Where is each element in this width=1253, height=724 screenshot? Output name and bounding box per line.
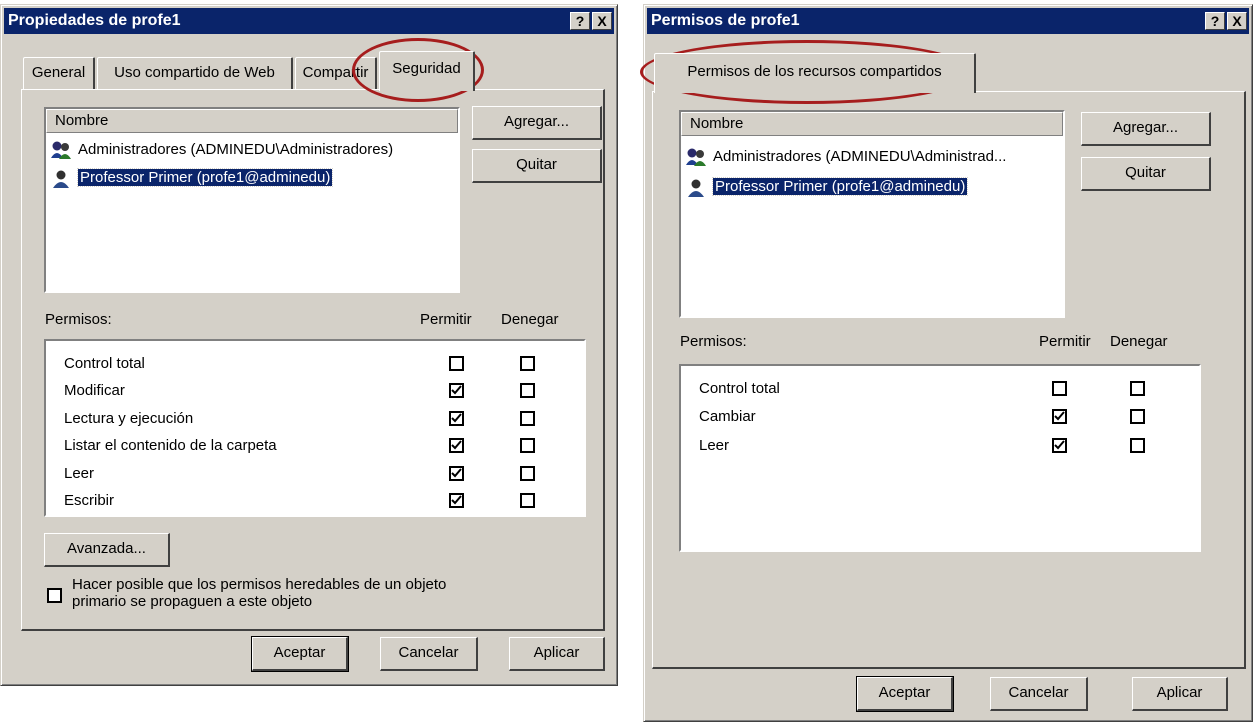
inherit-permissions-checkbox[interactable] [47, 588, 62, 603]
group-users-icon [51, 141, 71, 159]
left-properties-dialog: Propiedades de profe1 ? X General Uso co… [0, 4, 618, 686]
right-permissions-dialog: Permisos de profe1 ? X Permisos de los r… [643, 4, 1253, 722]
user-label: Administradores (ADMINEDU\Administrad... [713, 148, 1007, 165]
right-remove-button[interactable]: Quitar [1081, 157, 1211, 191]
checkmark-icon [451, 495, 462, 505]
right-window-title: Permisos de profe1 [651, 12, 800, 29]
checkmark-icon [451, 468, 462, 478]
allow-read-checkbox[interactable] [1052, 438, 1067, 453]
left-allow-header: Permitir [420, 311, 472, 328]
permission-label: Leer [699, 437, 730, 454]
left-remove-button[interactable]: Quitar [472, 149, 602, 183]
right-deny-header: Denegar [1110, 333, 1168, 350]
left-window-title: Propiedades de profe1 [8, 12, 181, 29]
left-help-button[interactable]: ? [570, 12, 590, 30]
allow-write-checkbox[interactable] [449, 493, 464, 508]
permission-label: Control total [699, 380, 780, 397]
deny-change-checkbox[interactable] [1130, 409, 1145, 424]
right-title-bar: Permisos de profe1 ? X [647, 8, 1249, 34]
list-item[interactable]: Professor Primer (profe1@adminedu) [50, 167, 334, 191]
allow-change-checkbox[interactable] [1052, 409, 1067, 424]
left-user-list[interactable]: Nombre Administradores (ADMINEDU\Adminis… [44, 107, 460, 293]
permission-label: Control total [64, 355, 145, 372]
inherit-label-line2: primario se propaguen a este objeto [72, 593, 313, 610]
permission-label: Leer [64, 465, 95, 482]
inherit-permissions-label: Hacer posible que los permisos heredable… [72, 576, 446, 610]
list-item[interactable]: Administradores (ADMINEDU\Administrad... [685, 146, 1006, 168]
right-permissions-label: Permisos: [680, 333, 747, 350]
permission-label: Modificar [64, 382, 125, 399]
list-item[interactable]: Professor Primer (profe1@adminedu) [685, 176, 969, 200]
advanced-button[interactable]: Avanzada... [44, 533, 170, 567]
checkmark-icon [1054, 411, 1065, 421]
left-add-button[interactable]: Agregar... [472, 106, 602, 140]
permission-label: Escribir [64, 492, 115, 509]
deny-read-execute-checkbox[interactable] [520, 411, 535, 426]
right-apply-button[interactable]: Aplicar [1132, 677, 1228, 711]
user-icon [53, 170, 69, 188]
right-cancel-button[interactable]: Cancelar [990, 677, 1088, 711]
right-user-list[interactable]: Nombre Administradores (ADMINEDU\Adminis… [679, 110, 1065, 318]
left-apply-button[interactable]: Aplicar [509, 637, 605, 671]
allow-control-total-checkbox[interactable] [449, 356, 464, 371]
user-label: Administradores (ADMINEDU\Administradore… [78, 141, 394, 158]
right-allow-header: Permitir [1039, 333, 1091, 350]
left-permissions-list: Control total Modificar Lectura y ejecuc… [44, 339, 586, 517]
permission-label: Cambiar [699, 408, 756, 425]
inherit-label-line1: Hacer posible que los permisos heredable… [72, 576, 447, 593]
left-permissions-label: Permisos: [45, 311, 112, 328]
allow-control-total-checkbox[interactable] [1052, 381, 1067, 396]
right-close-button[interactable]: X [1227, 12, 1247, 30]
left-cancel-button[interactable]: Cancelar [380, 637, 478, 671]
left-close-button[interactable]: X [592, 12, 612, 30]
permission-label: Lectura y ejecución [64, 410, 194, 427]
allow-read-execute-checkbox[interactable] [449, 411, 464, 426]
allow-modify-checkbox[interactable] [449, 383, 464, 398]
right-permissions-list: Control total Cambiar Leer [679, 364, 1201, 552]
checkmark-icon [451, 385, 462, 395]
left-deny-header: Denegar [501, 311, 559, 328]
right-ok-button[interactable]: Aceptar [856, 676, 954, 712]
deny-write-checkbox[interactable] [520, 493, 535, 508]
group-users-icon [686, 148, 706, 166]
deny-control-total-checkbox[interactable] [1130, 381, 1145, 396]
checkmark-icon [451, 440, 462, 450]
user-icon [688, 179, 704, 197]
left-name-column-header[interactable]: Nombre [46, 109, 458, 133]
right-help-button[interactable]: ? [1205, 12, 1225, 30]
tab-share-permissions[interactable]: Permisos de los recursos compartidos [654, 53, 976, 93]
deny-list-folder-checkbox[interactable] [520, 438, 535, 453]
deny-read-checkbox[interactable] [520, 466, 535, 481]
tab-security[interactable]: Seguridad [379, 51, 475, 91]
checkmark-icon [451, 413, 462, 423]
right-name-column-header[interactable]: Nombre [681, 112, 1063, 136]
right-add-button[interactable]: Agregar... [1081, 112, 1211, 146]
checkmark-icon [1054, 440, 1065, 450]
left-ok-button[interactable]: Aceptar [251, 636, 349, 672]
tab-web-sharing[interactable]: Uso compartido de Web [97, 57, 293, 89]
tab-sharing[interactable]: Compartir [295, 57, 377, 89]
deny-control-total-checkbox[interactable] [520, 356, 535, 371]
allow-read-checkbox[interactable] [449, 466, 464, 481]
allow-list-folder-checkbox[interactable] [449, 438, 464, 453]
left-title-bar: Propiedades de profe1 ? X [4, 8, 614, 34]
deny-modify-checkbox[interactable] [520, 383, 535, 398]
tab-general[interactable]: General [23, 57, 95, 89]
deny-read-checkbox[interactable] [1130, 438, 1145, 453]
user-label: Professor Primer (profe1@adminedu) [76, 168, 334, 187]
user-label: Professor Primer (profe1@adminedu) [711, 177, 969, 196]
permission-label: Listar el contenido de la carpeta [64, 437, 277, 454]
list-item[interactable]: Administradores (ADMINEDU\Administradore… [50, 139, 393, 161]
